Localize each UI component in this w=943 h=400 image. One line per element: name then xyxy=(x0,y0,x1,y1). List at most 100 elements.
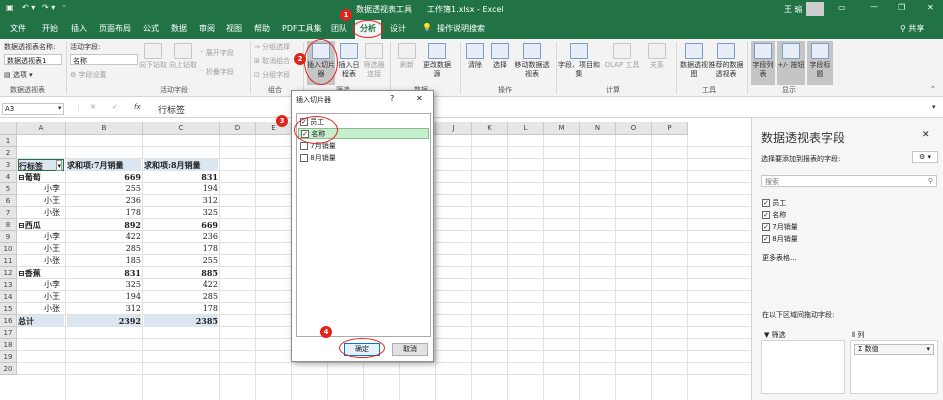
insert-function-icon[interactable]: fx xyxy=(134,103,141,111)
row-header[interactable]: 7 xyxy=(0,207,17,219)
row-header[interactable]: 5 xyxy=(0,183,17,195)
value-header[interactable]: 求和项:7月销量 xyxy=(67,159,141,171)
pane-close-icon[interactable]: ✕ xyxy=(922,130,930,140)
tab-help[interactable]: 帮助 xyxy=(254,23,270,34)
column-header[interactable]: B xyxy=(66,122,143,135)
value-cell[interactable]: 831 xyxy=(144,171,218,183)
value-cell[interactable]: 325 xyxy=(67,279,141,291)
row-header[interactable]: 3 xyxy=(0,159,17,171)
row-header[interactable]: 2 xyxy=(0,147,17,159)
values-field-chip[interactable]: Σ 数值 ▾ xyxy=(854,344,934,355)
column-header[interactable]: M xyxy=(544,122,580,135)
save-icon[interactable]: ▣ xyxy=(6,3,14,12)
fields-items-sets-button[interactable]: 字段、项目和集 xyxy=(558,43,600,79)
row-header[interactable]: 4 xyxy=(0,171,17,183)
checkbox[interactable]: ✓ xyxy=(762,211,770,219)
value-cell[interactable]: 194 xyxy=(67,291,141,303)
field-search-input[interactable]: 搜索 ⚲ xyxy=(761,175,937,187)
item-row-label[interactable]: 小王 xyxy=(18,195,64,207)
change-source-button[interactable]: 更改数据源 xyxy=(420,43,454,79)
row-header[interactable]: 18 xyxy=(0,339,17,351)
slicer-field-item[interactable]: 8月销量 xyxy=(300,153,336,163)
redo-icon[interactable]: ↷ ▾ xyxy=(42,3,55,12)
row-header[interactable]: 8 xyxy=(0,219,17,231)
pivot-name-input[interactable]: 数据透视表1 xyxy=(4,54,62,65)
row-labels-header[interactable]: 行标签 ▾ xyxy=(18,159,64,171)
options-button[interactable]: ▤ 选项 ▾ xyxy=(4,70,33,80)
checkbox[interactable]: ✓ xyxy=(762,223,770,231)
filter-dropdown-icon[interactable]: ▾ xyxy=(56,160,62,171)
column-header[interactable]: N xyxy=(580,122,616,135)
olap-tools-button[interactable]: OLAP 工具 xyxy=(602,43,642,70)
tab-review[interactable]: 审阅 xyxy=(199,23,215,34)
value-cell[interactable]: 669 xyxy=(144,219,218,231)
select-button[interactable]: 选择 xyxy=(488,43,512,70)
item-row-label[interactable]: 小王 xyxy=(18,243,64,255)
item-row-label[interactable]: 小张 xyxy=(18,207,64,219)
tab-home[interactable]: 开始 xyxy=(42,23,58,34)
checkbox[interactable] xyxy=(300,154,308,162)
value-cell[interactable]: 285 xyxy=(67,243,141,255)
collapse-ribbon-icon[interactable]: ⌃ xyxy=(930,85,936,93)
enter-formula-icon[interactable]: ✓ xyxy=(112,103,118,111)
value-cell[interactable]: 178 xyxy=(144,303,218,315)
group-row-label[interactable]: ⊟香蕉 xyxy=(18,267,64,279)
row-header[interactable]: 19 xyxy=(0,351,17,363)
value-cell[interactable]: 2385 xyxy=(144,315,218,327)
value-cell[interactable]: 178 xyxy=(67,207,141,219)
close-icon[interactable]: ✕ xyxy=(927,3,934,12)
tab-page-layout[interactable]: 页面布局 xyxy=(99,23,131,34)
value-cell[interactable]: 255 xyxy=(67,183,141,195)
field-item[interactable]: ✓ 名称 xyxy=(762,210,786,220)
column-header[interactable]: P xyxy=(652,122,688,135)
group-row-label[interactable]: ⊟西瓜 xyxy=(18,219,64,231)
group-selection-button[interactable]: → 分组选择 xyxy=(254,42,290,52)
ungroup-button[interactable]: ⊞ 取消组合 xyxy=(254,56,290,66)
row-header[interactable]: 13 xyxy=(0,279,17,291)
value-cell[interactable]: 831 xyxy=(67,267,141,279)
active-field-input[interactable]: 名称 xyxy=(70,54,138,65)
relationships-button[interactable]: 关系 xyxy=(644,43,670,70)
row-header[interactable]: 17 xyxy=(0,327,17,339)
value-cell[interactable]: 885 xyxy=(144,267,218,279)
item-row-label[interactable]: 小李 xyxy=(18,183,64,195)
value-cell[interactable]: 255 xyxy=(144,255,218,267)
item-row-label[interactable]: 小张 xyxy=(18,303,64,315)
pivot-chart-button[interactable]: 数据透视图 xyxy=(680,43,708,79)
row-header[interactable]: 12 xyxy=(0,267,17,279)
row-header[interactable]: 14 xyxy=(0,291,17,303)
pane-settings-gear-icon[interactable]: ⚙ ▾ xyxy=(912,151,938,163)
more-tables-link[interactable]: 更多表格... xyxy=(762,253,797,263)
tab-insert[interactable]: 插入 xyxy=(71,23,87,34)
field-headers-button[interactable]: 字段标题 xyxy=(807,41,833,85)
collapse-field-button[interactable]: ⁻ 折叠字段 xyxy=(200,67,234,77)
tab-formulas[interactable]: 公式 xyxy=(143,23,159,34)
value-cell[interactable]: 185 xyxy=(67,255,141,267)
tab-data[interactable]: 数据 xyxy=(171,23,187,34)
column-header[interactable]: J xyxy=(436,122,472,135)
restore-icon[interactable]: ❐ xyxy=(898,3,905,12)
item-row-label[interactable]: 小李 xyxy=(18,231,64,243)
column-header[interactable]: C xyxy=(143,122,220,135)
checkbox[interactable]: ✓ xyxy=(762,199,770,207)
column-header[interactable]: L xyxy=(508,122,544,135)
tab-team[interactable]: 团队 xyxy=(331,23,347,34)
drill-down-button[interactable]: 向下钻取 xyxy=(138,43,168,70)
avatar[interactable] xyxy=(806,2,824,16)
group-row-label[interactable]: ⊟葡萄 xyxy=(18,171,64,183)
value-cell[interactable]: 236 xyxy=(67,195,141,207)
row-header[interactable]: 10 xyxy=(0,243,17,255)
undo-icon[interactable]: ↶ ▾ xyxy=(22,3,35,12)
value-header[interactable]: 求和项:8月销量 xyxy=(144,159,218,171)
field-item[interactable]: ✓ 员工 xyxy=(762,198,786,208)
value-cell[interactable]: 178 xyxy=(144,243,218,255)
columns-area[interactable]: Σ 数值 ▾ xyxy=(850,340,938,394)
formula-content[interactable]: 行标签 xyxy=(158,103,185,116)
row-header[interactable]: 1 xyxy=(0,135,17,147)
row-header[interactable]: 9 xyxy=(0,231,17,243)
group-field-button[interactable]: ⊡ 分组字段 xyxy=(254,70,290,80)
checkbox[interactable] xyxy=(300,142,308,150)
value-cell[interactable]: 422 xyxy=(67,231,141,243)
value-cell[interactable]: 194 xyxy=(144,183,218,195)
column-header[interactable]: D xyxy=(220,122,256,135)
